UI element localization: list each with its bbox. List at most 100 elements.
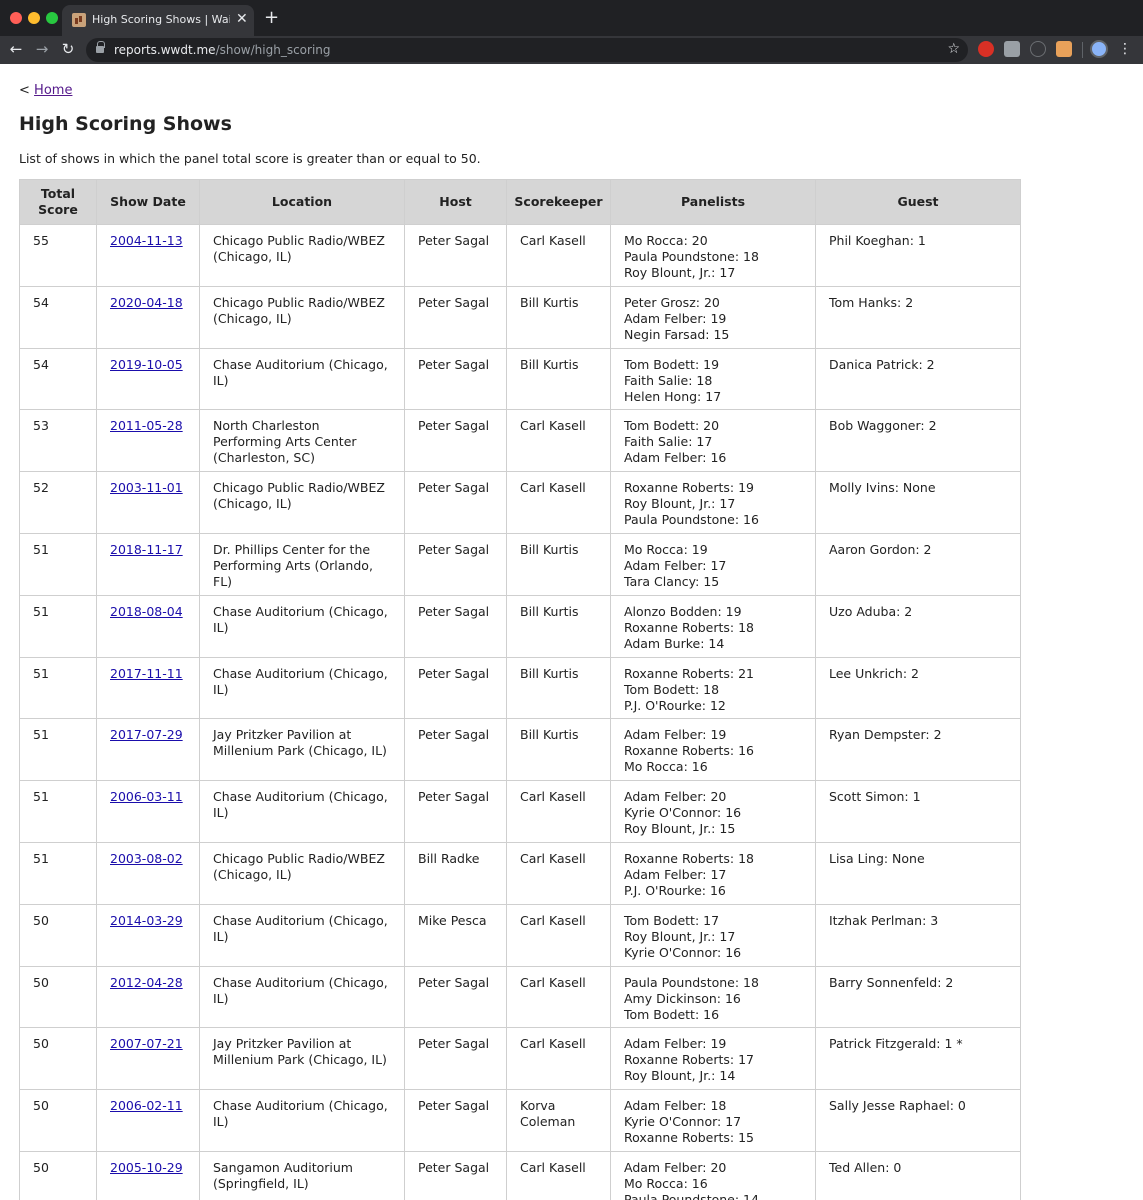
guest-cell: Phil Koeghan: 1 [815, 224, 1021, 287]
page-content: < Home High Scoring Shows List of shows … [0, 64, 1143, 1200]
show-date-link[interactable]: 2018-08-04 [110, 604, 183, 619]
show-date-link[interactable]: 2020-04-18 [110, 295, 183, 310]
show-date-cell: 2019-10-05 [96, 347, 200, 411]
show-date-cell: 2007-07-21 [96, 1027, 200, 1091]
show-date-link[interactable]: 2014-03-29 [110, 913, 183, 928]
extension-icon-camera[interactable] [1004, 41, 1020, 57]
panelist-score: Paula Poundstone: 18 [624, 249, 759, 264]
new-tab-button[interactable]: + [264, 8, 279, 28]
tab-title: High Scoring Shows | Wait Wait [92, 13, 230, 26]
show-date-link[interactable]: 2012-04-28 [110, 975, 183, 990]
panelist-score: Roxanne Roberts: 19 [624, 480, 754, 496]
show-date-link[interactable]: 2017-07-29 [110, 727, 183, 742]
panelist-score: Roy Blount, Jr.: 14 [624, 1068, 736, 1084]
total-score-cell: 50 [19, 965, 97, 1029]
window-minimize-button[interactable] [28, 12, 40, 24]
show-date-link[interactable]: 2004-11-13 [110, 233, 183, 248]
panelist-score: Amy Dickinson: 16 [624, 990, 741, 1006]
panelist-score: Tom Bodett: 18 [624, 681, 720, 697]
panelist-score: Roxanne Roberts: 21 [624, 665, 754, 681]
favicon-icon [72, 13, 86, 27]
show-date-link[interactable]: 2017-11-11 [110, 666, 183, 681]
scorekeeper-cell: Carl Kasell [506, 903, 611, 967]
total-score-cell: 51 [19, 594, 97, 658]
address-bar[interactable]: reports.wwdt.me/show/high_scoring ☆ [86, 38, 968, 62]
show-date-cell: 2018-11-17 [96, 532, 200, 596]
total-score-cell: 50 [19, 1089, 97, 1152]
show-date-cell: 2004-11-13 [96, 224, 200, 287]
guest-cell: Danica Patrick: 2 [815, 347, 1021, 411]
location-cell: Chicago Public Radio/WBEZ (Chicago, IL) [199, 224, 405, 287]
total-score-cell: 51 [19, 841, 97, 905]
table-row: 52 2003-11-01 Chicago Public Radio/WBEZ (C… [19, 471, 1021, 534]
panelist-score: Adam Felber: 20 [624, 789, 727, 805]
total-score-cell: 51 [19, 718, 97, 782]
scorekeeper-cell: Carl Kasell [506, 965, 611, 1029]
column-header-panelists: Panelists [610, 179, 816, 225]
panelists-cell: Adam Felber: 19 Roxanne Roberts: 16 Mo Roc… [610, 718, 816, 782]
panelist-score: Helen Hong: 17 [624, 388, 722, 404]
host-cell: Peter Sagal [404, 780, 507, 843]
show-date-cell: 2011-05-28 [96, 409, 200, 473]
table-row: 51 2018-11-17 Dr. Phillips Center for the … [19, 532, 1021, 596]
panelist-score: Adam Burke: 14 [624, 635, 725, 651]
total-score-cell: 54 [19, 347, 97, 411]
show-date-cell: 2017-07-29 [96, 718, 200, 782]
table-row: 53 2011-05-28 North Charleston Performing … [19, 409, 1021, 473]
browser-toolbar: ← → ↻ reports.wwdt.me/show/high_scoring … [0, 36, 1143, 64]
high-scoring-shows-table: Total Score Show Date Location Host Scor… [19, 179, 1021, 1200]
show-date-link[interactable]: 2011-05-28 [110, 418, 183, 433]
reload-icon[interactable]: ↻ [58, 39, 78, 59]
scorekeeper-cell: Carl Kasell [506, 780, 611, 843]
panelist-score: P.J. O'Rourke: 12 [624, 697, 726, 713]
panelist-score: P.J. O'Rourke: 16 [624, 882, 726, 898]
panelist-score: Tom Bodett: 17 [624, 912, 720, 928]
extension-icon-info[interactable] [1030, 41, 1046, 57]
url-text[interactable]: reports.wwdt.me/show/high_scoring [114, 43, 331, 57]
extension-icon-red[interactable] [978, 41, 994, 57]
total-score-cell: 50 [19, 1027, 97, 1091]
location-cell: Chase Auditorium (Chicago, IL) [199, 780, 405, 843]
location-cell: Dr. Phillips Center for the Performing A… [199, 532, 405, 596]
url-host: reports.wwdt.me [114, 43, 216, 57]
show-date-link[interactable]: 2003-11-01 [110, 480, 183, 495]
table-row: 54 2019-10-05 Chase Auditorium (Chicago, I… [19, 347, 1021, 411]
profile-avatar[interactable] [1090, 40, 1108, 58]
back-arrow-icon[interactable]: ← [6, 39, 26, 59]
location-cell: North Charleston Performing Arts Center … [199, 409, 405, 473]
location-cell: Chase Auditorium (Chicago, IL) [199, 347, 405, 411]
tab-close-icon[interactable]: ✕ [236, 11, 248, 27]
location-cell: Chicago Public Radio/WBEZ (Chicago, IL) [199, 471, 405, 534]
show-date-link[interactable]: 2007-07-21 [110, 1036, 183, 1051]
guest-cell: Aaron Gordon: 2 [815, 532, 1021, 596]
total-score-cell: 51 [19, 780, 97, 843]
scorekeeper-cell: Korva Coleman [506, 1089, 611, 1152]
column-header-host: Host [404, 179, 507, 225]
show-date-link[interactable]: 2006-02-11 [110, 1098, 183, 1113]
column-header-location: Location [199, 179, 405, 225]
panelist-score: Roy Blount, Jr.: 17 [624, 496, 736, 512]
scorekeeper-cell: Bill Kurtis [506, 285, 611, 349]
extension-icon-orange[interactable] [1056, 41, 1072, 57]
show-date-link[interactable]: 2005-10-29 [110, 1160, 183, 1175]
scorekeeper-cell: Bill Kurtis [506, 347, 611, 411]
column-header-show-date: Show Date [96, 179, 200, 225]
show-date-cell: 2003-08-02 [96, 841, 200, 905]
panelists-cell: Tom Bodett: 19 Faith Salie: 18 Helen Hong:… [610, 347, 816, 411]
window-close-button[interactable] [10, 12, 22, 24]
panelists-cell: Adam Felber: 19 Roxanne Roberts: 17 Roy Bl… [610, 1027, 816, 1091]
forward-arrow-icon[interactable]: → [32, 39, 52, 59]
table-row: 50 2006-02-11 Chase Auditorium (Chicago, I… [19, 1089, 1021, 1152]
show-date-link[interactable]: 2006-03-11 [110, 789, 183, 804]
panelist-score: Roxanne Roberts: 15 [624, 1130, 754, 1146]
more-menu-icon[interactable]: ⋮ [1118, 40, 1132, 58]
show-date-link[interactable]: 2019-10-05 [110, 357, 183, 372]
browser-tab[interactable]: High Scoring Shows | Wait Wait ✕ [62, 5, 254, 36]
home-link[interactable]: Home [34, 83, 72, 98]
show-date-link[interactable]: 2018-11-17 [110, 542, 183, 557]
scorekeeper-cell: Carl Kasell [506, 409, 611, 473]
host-cell: Mike Pesca [404, 903, 507, 967]
show-date-link[interactable]: 2003-08-02 [110, 851, 183, 866]
bookmark-star-icon[interactable]: ☆ [947, 41, 960, 57]
window-maximize-button[interactable] [46, 12, 58, 24]
